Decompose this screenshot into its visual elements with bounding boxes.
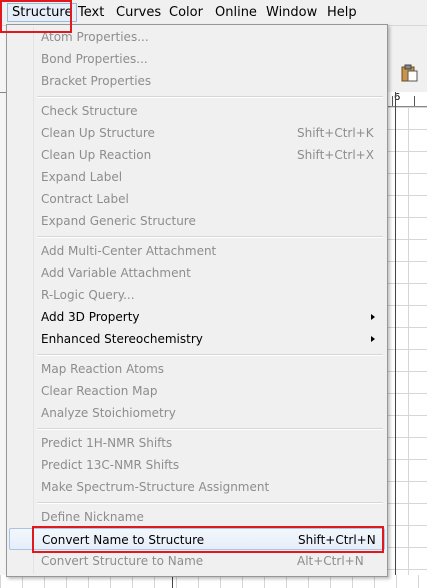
- menu-color[interactable]: Color: [165, 4, 207, 21]
- drawing-canvas[interactable]: [386, 107, 427, 588]
- menu-item-label: Add 3D Property: [41, 310, 140, 324]
- toolbar: [386, 26, 427, 93]
- menu-item-predict-1h-nmr[interactable]: Predict 1H-NMR Shifts: [9, 432, 385, 454]
- page-margin-line: [395, 92, 396, 588]
- menu-item-contract-label[interactable]: Contract Label: [9, 188, 385, 210]
- menu-item-label: Clear Reaction Map: [41, 384, 158, 398]
- menu-item-make-spectrum-structure-assignment[interactable]: Make Spectrum-Structure Assignment: [9, 476, 385, 498]
- menu-item-label: Analyze Stoichiometry: [41, 406, 176, 420]
- submenu-arrow-icon: [371, 336, 375, 342]
- menu-item-analyze-stoichiometry[interactable]: Analyze Stoichiometry: [9, 402, 385, 424]
- menu-curves[interactable]: Curves: [112, 4, 165, 21]
- ruler-tick: [414, 96, 415, 106]
- menu-item-label: Expand Generic Structure: [41, 214, 196, 228]
- menu-item-define-nickname[interactable]: Define Nickname: [9, 506, 385, 528]
- menu-item-expand-label[interactable]: Expand Label: [9, 166, 385, 188]
- menu-item-label: Predict 13C-NMR Shifts: [41, 458, 180, 472]
- menu-item-map-reaction-atoms[interactable]: Map Reaction Atoms: [9, 358, 385, 380]
- menu-item-label: Define Nickname: [41, 510, 144, 524]
- annotation-highlight-structure-menu: [0, 0, 72, 33]
- menu-help[interactable]: Help: [323, 4, 361, 21]
- menu-item-label: Clean Up Reaction: [41, 148, 152, 162]
- menu-item-label: Contract Label: [41, 192, 129, 206]
- menu-item-clean-up-reaction[interactable]: Clean Up Reaction Shift+Ctrl+X: [9, 144, 385, 166]
- menu-separator: [37, 502, 383, 504]
- menu-item-clean-up-structure[interactable]: Clean Up Structure Shift+Ctrl+K: [9, 122, 385, 144]
- menu-item-convert-structure-to-name[interactable]: Convert Structure to Name Alt+Ctrl+N: [9, 550, 385, 572]
- menu-item-label: Map Reaction Atoms: [41, 362, 165, 376]
- menu-item-label: Add Multi-Center Attachment: [41, 244, 217, 258]
- menu-item-label: R-Logic Query...: [41, 288, 135, 302]
- menu-item-label: Enhanced Stereochemistry: [41, 332, 203, 346]
- menu-item-predict-13c-nmr[interactable]: Predict 13C-NMR Shifts: [9, 454, 385, 476]
- menu-item-label: Check Structure: [41, 104, 138, 118]
- menu-item-enhanced-stereochemistry[interactable]: Enhanced Stereochemistry: [9, 328, 385, 350]
- menu-item-label: Predict 1H-NMR Shifts: [41, 436, 173, 450]
- menu-item-shortcut: Shift+Ctrl+K: [297, 126, 374, 140]
- menu-window[interactable]: Window: [262, 4, 321, 21]
- menu-online[interactable]: Online: [211, 4, 261, 21]
- menu-item-add-variable-attachment[interactable]: Add Variable Attachment: [9, 262, 385, 284]
- menu-separator: [37, 236, 383, 238]
- menu-item-shortcut: Shift+Ctrl+X: [297, 148, 374, 162]
- menu-item-check-structure[interactable]: Check Structure: [9, 100, 385, 122]
- menu-item-expand-generic-structure[interactable]: Expand Generic Structure: [9, 210, 385, 232]
- menu-item-label: Bracket Properties: [41, 74, 152, 88]
- menu-item-clear-reaction-map[interactable]: Clear Reaction Map: [9, 380, 385, 402]
- menu-text[interactable]: Text: [74, 4, 108, 21]
- submenu-arrow-icon: [371, 314, 375, 320]
- menu-item-label: Convert Structure to Name: [41, 554, 204, 568]
- menu-item-label: Make Spectrum-Structure Assignment: [41, 480, 270, 494]
- menu-item-label: Clean Up Structure: [41, 126, 155, 140]
- menu-item-label: Bond Properties...: [41, 52, 148, 66]
- menu-item-bracket-properties[interactable]: Bracket Properties: [9, 70, 385, 92]
- structure-menu-dropdown: Atom Properties... Bond Properties... Br…: [6, 24, 388, 577]
- menu-item-shortcut: Alt+Ctrl+N: [297, 554, 364, 568]
- menu-item-bond-properties[interactable]: Bond Properties...: [9, 48, 385, 70]
- menu-separator: [37, 428, 383, 430]
- ruler-tick: [392, 96, 393, 106]
- menu-separator: [37, 354, 383, 356]
- annotation-highlight-convert-name: [32, 526, 384, 553]
- menu-separator: [37, 96, 383, 98]
- menu-item-add-multi-center-attachment[interactable]: Add Multi-Center Attachment: [9, 240, 385, 262]
- paste-icon[interactable]: [400, 64, 418, 82]
- menu-item-label: Expand Label: [41, 170, 123, 184]
- menu-item-r-logic-query[interactable]: R-Logic Query...: [9, 284, 385, 306]
- horizontal-ruler: 6: [386, 92, 427, 107]
- menu-item-add-3d-property[interactable]: Add 3D Property: [9, 306, 385, 328]
- menu-item-label: Add Variable Attachment: [41, 266, 191, 280]
